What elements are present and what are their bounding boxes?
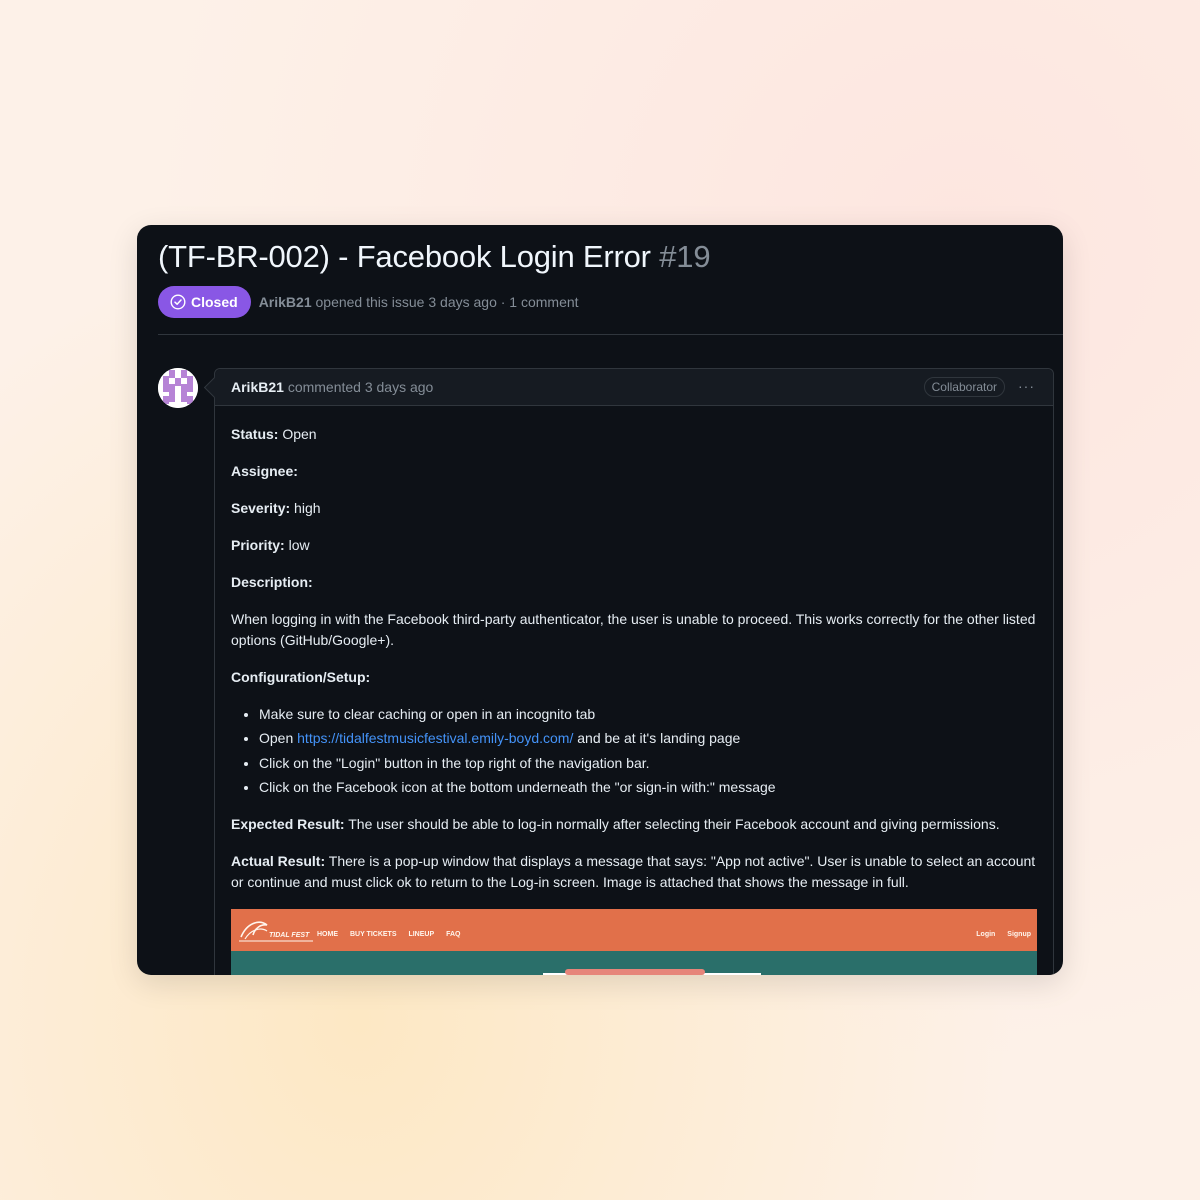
issue-meta-row: Closed ArikB21 opened this issue 3 days … bbox=[158, 286, 579, 318]
setup-step: Make sure to clear caching or open in an… bbox=[259, 704, 1037, 725]
config-label: Configuration/Setup: bbox=[231, 669, 371, 685]
avatar[interactable] bbox=[158, 368, 198, 408]
expected-text: The user should be able to log-in normal… bbox=[348, 816, 1000, 833]
issue-meta-text: opened this issue 3 days ago · 1 comment bbox=[315, 294, 579, 310]
issue-window: (TF-BR-002) - Facebook Login Error #19 C… bbox=[137, 225, 1063, 975]
comment-timestamp: commented 3 days ago bbox=[287, 379, 434, 395]
status-value: Open bbox=[282, 426, 317, 442]
description-heading: Description: bbox=[231, 572, 1037, 593]
expected-label: Expected Result: bbox=[231, 816, 345, 833]
setup-steps-list: Make sure to clear caching or open in an… bbox=[231, 704, 1037, 798]
header-divider bbox=[158, 334, 1063, 335]
description-text: When logging in with the Facebook third-… bbox=[231, 611, 1036, 648]
identicon-icon bbox=[158, 368, 198, 408]
priority-field: Priority: low bbox=[231, 535, 1037, 556]
issue-title: (TF-BR-002) - Facebook Login Error #19 bbox=[158, 239, 711, 275]
comment-box: ArikB21 commented 3 days ago Collaborato… bbox=[203, 368, 1054, 975]
screenshot-login: Login bbox=[976, 931, 996, 939]
assignee-label: Assignee: bbox=[231, 463, 298, 479]
comment-header: ArikB21 commented 3 days ago Collaborato… bbox=[215, 369, 1053, 406]
collaborator-badge: Collaborator bbox=[923, 377, 1005, 397]
severity-label: Severity: bbox=[231, 500, 291, 516]
actual-result: Actual Result: There is a pop-up window … bbox=[231, 851, 1037, 893]
comment-byline: ArikB21 commented 3 days ago bbox=[231, 379, 433, 395]
attached-screenshot[interactable]: TIDAL FEST HOME BUY TICKETS LINEUP FAQ L… bbox=[231, 909, 1037, 975]
description-label: Description: bbox=[231, 574, 313, 590]
screenshot-modal bbox=[543, 969, 761, 975]
step-text: and be at it's landing page bbox=[577, 730, 741, 747]
screenshot-signup: Signup bbox=[1007, 931, 1031, 939]
screenshot-nav-faq: FAQ bbox=[446, 931, 461, 939]
assignee-field: Assignee: bbox=[231, 461, 1037, 482]
screenshot-nav-auth: Login Signup bbox=[966, 924, 1031, 945]
actual-text: There is a pop-up window that displays a… bbox=[231, 853, 1036, 891]
config-heading: Configuration/Setup: bbox=[231, 667, 1037, 688]
severity-field: Severity: high bbox=[231, 498, 1037, 519]
actual-label: Actual Result: bbox=[231, 853, 326, 870]
screenshot-nav-lineup: LINEUP bbox=[408, 931, 435, 939]
screenshot-nav-tickets: BUY TICKETS bbox=[349, 931, 397, 939]
issue-meta: ArikB21 opened this issue 3 days ago · 1… bbox=[259, 294, 579, 310]
status-label: Status: bbox=[231, 426, 279, 442]
check-circle-icon bbox=[170, 294, 186, 310]
status-field: Status: Open bbox=[231, 424, 1037, 445]
kebab-menu-icon[interactable]: ··· bbox=[1018, 377, 1035, 395]
comment-author-link[interactable]: ArikB21 bbox=[231, 379, 284, 395]
site-link[interactable]: https://tidalfestmusicfestival.emily-boy… bbox=[297, 730, 573, 746]
expected-result: Expected Result: The user should be able… bbox=[231, 814, 1037, 835]
screenshot-navbar: TIDAL FEST HOME BUY TICKETS LINEUP FAQ L… bbox=[231, 909, 1037, 952]
screenshot-nav-links: HOME BUY TICKETS LINEUP FAQ bbox=[317, 924, 470, 945]
status-badge-label: Closed bbox=[191, 294, 238, 310]
severity-value: high bbox=[294, 500, 321, 516]
issue-title-text: (TF-BR-002) - Facebook Login Error bbox=[158, 239, 651, 274]
setup-step: Click on the "Login" button in the top r… bbox=[259, 753, 1037, 774]
issue-number: #19 bbox=[659, 239, 711, 274]
setup-step: Open https://tidalfestmusicfestival.emil… bbox=[259, 728, 1037, 749]
svg-text:TIDAL FEST: TIDAL FEST bbox=[269, 932, 310, 939]
setup-step: Click on the Facebook icon at the bottom… bbox=[259, 777, 1037, 798]
screenshot-modal-bar bbox=[565, 969, 705, 975]
priority-label: Priority: bbox=[231, 537, 285, 553]
priority-value: low bbox=[288, 537, 310, 553]
tidal-fest-logo-icon: TIDAL FEST bbox=[239, 921, 313, 942]
status-badge: Closed bbox=[158, 286, 251, 318]
step-text: Open bbox=[259, 730, 294, 747]
issue-author-link[interactable]: ArikB21 bbox=[259, 294, 312, 310]
comment-body: Status: Open Assignee: Severity: high Pr… bbox=[215, 406, 1053, 975]
screenshot-nav-home: HOME bbox=[317, 931, 338, 939]
